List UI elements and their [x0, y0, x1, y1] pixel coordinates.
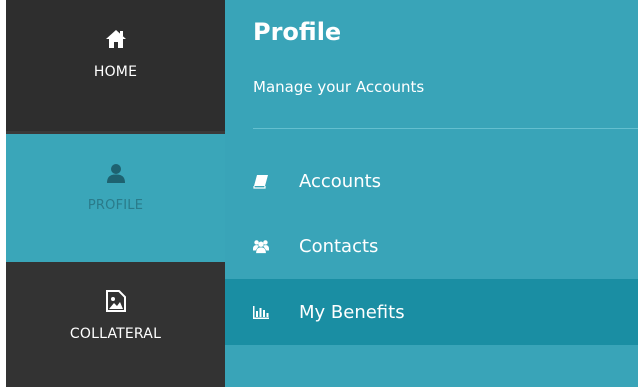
- page-title: Profile: [253, 18, 342, 46]
- image-file-icon: [105, 290, 127, 312]
- sidebar: HOME PROFILE COLLATERAL: [6, 0, 225, 387]
- home-icon: [105, 28, 127, 50]
- users-icon: [253, 238, 269, 254]
- sidebar-item-label: COLLATERAL: [69, 326, 162, 342]
- book-icon: [253, 173, 269, 189]
- bar-chart-icon: [253, 304, 269, 320]
- user-icon: [105, 162, 127, 184]
- sidebar-item-label: PROFILE: [87, 198, 144, 213]
- menu-item-accounts[interactable]: Accounts: [225, 148, 638, 214]
- sidebar-item-profile[interactable]: PROFILE: [6, 134, 225, 262]
- sidebar-item-collateral[interactable]: COLLATERAL: [6, 262, 225, 387]
- app-frame: HOME PROFILE COLLATERAL Profile Manage y…: [6, 0, 638, 387]
- profile-panel: Profile Manage your Accounts Accounts Co…: [225, 0, 638, 387]
- divider: [253, 128, 638, 129]
- sidebar-item-label: HOME: [93, 64, 138, 80]
- menu-item-label: My Benefits: [299, 301, 405, 323]
- menu-item-label: Contacts: [299, 235, 379, 257]
- menu-item-my-benefits[interactable]: My Benefits: [225, 279, 638, 345]
- menu-item-contacts[interactable]: Contacts: [225, 213, 638, 279]
- sidebar-item-home[interactable]: HOME: [6, 0, 225, 131]
- page-subtitle: Manage your Accounts: [253, 78, 425, 96]
- menu-item-label: Accounts: [299, 170, 382, 192]
